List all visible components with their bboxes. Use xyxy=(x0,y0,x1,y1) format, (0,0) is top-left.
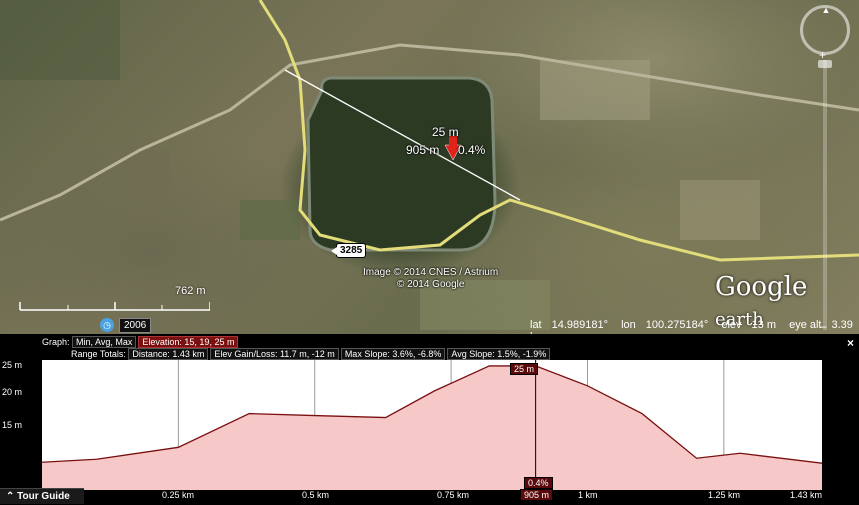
y-tick-label: 15 m xyxy=(2,420,23,430)
scale-bar-graphic xyxy=(19,302,210,311)
cursor-distance-label: 905 m xyxy=(406,143,440,157)
north-icon: ▲ xyxy=(821,5,831,15)
x-tick-label: 0.5 km xyxy=(302,490,330,500)
range-totals-label: Range Totals: xyxy=(71,349,126,359)
imagery-credit: Image © 2014 CNES / Astrium xyxy=(363,267,499,278)
graph-label: Graph: xyxy=(42,337,70,347)
elevation-chart-svg xyxy=(41,360,823,490)
close-profile-button[interactable]: × xyxy=(847,336,854,350)
graph-options[interactable]: Min, Avg, Max xyxy=(72,336,137,348)
elevation-stat[interactable]: Elevation: 15, 19, 25 m xyxy=(138,336,239,348)
lat-value: 14.989181° xyxy=(551,319,609,331)
lon-value: 100.275184° xyxy=(645,319,709,331)
lon-label: lon xyxy=(621,319,636,331)
elev-value: 13 m xyxy=(751,319,777,331)
elev-gain-loss-stat: Elev Gain/Loss: 11.7 m, -12 m xyxy=(210,348,339,360)
road-number: 3285 xyxy=(340,245,363,256)
y-tick-label: 25 m xyxy=(2,360,23,370)
zoom-knob[interactable] xyxy=(818,60,832,68)
tour-guide-label: Tour Guide xyxy=(17,491,70,502)
cursor-elevation-label: 25 m xyxy=(432,125,459,139)
max-slope-stat[interactable]: Max Slope: 3.6%, -6.8% xyxy=(340,348,446,360)
cursor-slope-readout: 0.4% xyxy=(524,477,553,489)
distance-stat: Distance: 1.43 km xyxy=(128,348,209,360)
x-tick-label: 1.25 km xyxy=(708,490,741,500)
road-shield: 3285 xyxy=(331,243,367,258)
lat-label: lat xyxy=(530,319,542,331)
range-totals-row: Range Totals: Distance: 1.43 km Elev Gain… xyxy=(71,348,552,360)
x-tick-label: 0.25 km xyxy=(162,490,195,500)
chevron-up-icon: ⌃ xyxy=(6,491,18,502)
tour-guide-button[interactable]: ⌃ Tour Guide xyxy=(0,488,84,504)
logo-word-google: Google xyxy=(715,272,808,302)
y-tick-label: 20 m xyxy=(2,387,23,397)
eyealt-label: eye alt xyxy=(789,319,822,331)
scale-label: 762 m xyxy=(175,285,206,297)
history-year-badge[interactable]: 2006 xyxy=(119,318,152,333)
cursor-elevation-readout: 25 m xyxy=(510,363,539,375)
elevation-profile-panel: Graph: Min, Avg, Max Elevation: 15, 19, 2… xyxy=(0,334,859,504)
x-tick-label: 1.43 km xyxy=(790,490,823,500)
cursor-slope-label: 0.4% xyxy=(458,143,486,157)
google-credit: © 2014 Google xyxy=(397,279,465,290)
graph-stats-row: Graph: Min, Avg, Max Elevation: 15, 19, 2… xyxy=(42,336,240,348)
status-bar: lat 14.989181° lon 100.275184° elev 13 m ey… xyxy=(530,319,859,334)
x-tick-label: 0.75 km xyxy=(437,490,470,500)
elev-label: elev xyxy=(721,319,742,331)
zoom-slider[interactable]: + − xyxy=(818,48,832,334)
x-tick-label: 1 km xyxy=(578,490,598,500)
elevation-area xyxy=(42,365,822,490)
scale-bar: 762 m xyxy=(10,285,210,315)
elevation-chart[interactable] xyxy=(41,360,823,490)
avg-slope-stat[interactable]: Avg Slope: 1.5%, -1.9% xyxy=(447,348,551,360)
history-clock-icon[interactable]: ◷ xyxy=(100,318,114,332)
x-cursor-label: 905 m xyxy=(520,489,554,501)
map-view[interactable]: 25 m 905 m 0.4% 3285 Image © 2014 CNES /… xyxy=(0,0,859,334)
